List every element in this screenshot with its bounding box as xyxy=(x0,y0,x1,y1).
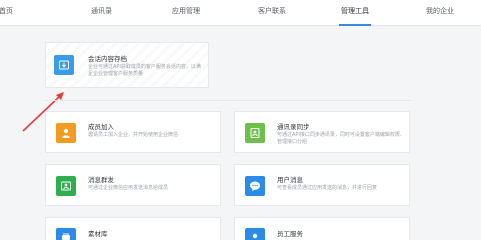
contacts-sync-icon xyxy=(245,123,265,143)
card-description: 可通过企业微信应用发送消息给成员 xyxy=(88,185,169,191)
archive-download-icon xyxy=(54,55,74,75)
card-description: 邀请员工加入企业，并开始使用企业微信 xyxy=(88,132,179,138)
chat-bubble-icon xyxy=(245,176,265,196)
card-title: 成员加入 xyxy=(88,123,114,131)
tab-management-tools[interactable]: 管理工具 xyxy=(339,0,371,26)
tool-card-member-join[interactable]: 成员加入 邀请员工加入企业，并开始使用企业微信 xyxy=(45,111,221,153)
card-title: 用户消息 xyxy=(277,176,303,184)
card-title: 员工服务 xyxy=(277,230,303,238)
tab-home[interactable]: 首页 xyxy=(0,0,13,26)
section-divider xyxy=(45,100,411,101)
tool-card-user-messages[interactable]: 用户消息 可查看成员通过应用发送的消息，并进行回复 xyxy=(234,164,410,206)
conversation-archive-card[interactable]: 会话内容存档 企业可通过API获取成员的客户服务会话内容，以满足企业管理客户服务… xyxy=(45,42,209,88)
tool-card-message-broadcast[interactable]: 消息群发 可通过企业微信应用发送消息给成员 xyxy=(45,164,221,206)
top-nav: 首页 通讯录 应用管理 客户联系 管理工具 我的企业 xyxy=(0,0,481,26)
person-add-icon xyxy=(56,123,76,143)
card-description: 企业可通过API获取成员的客户服务会话内容，以满足企业管理客户服务质量 xyxy=(88,64,201,77)
tab-app-management[interactable]: 应用管理 xyxy=(172,0,200,26)
tool-card-staff-service[interactable]: 员工服务 xyxy=(234,217,410,240)
staff-service-icon xyxy=(245,228,265,240)
tab-customer-contact[interactable]: 客户联系 xyxy=(258,0,286,26)
materials-icon xyxy=(56,228,76,240)
broadcast-icon xyxy=(56,176,76,196)
tool-card-contacts-sync[interactable]: 通讯录同步 可通过API接口同步通讯录，同时可设置客户端编辑权限、管理接口分组 xyxy=(234,111,410,153)
tab-contacts[interactable]: 通讯录 xyxy=(91,0,112,26)
card-title: 通讯录同步 xyxy=(277,123,310,131)
tool-card-materials[interactable]: 素材库 xyxy=(45,217,221,240)
card-description: 可通过API接口同步通讯录，同时可设置客户端编辑权限、管理接口分组 xyxy=(277,132,405,145)
card-title: 消息群发 xyxy=(88,176,114,184)
card-title: 素材库 xyxy=(88,230,108,238)
card-description: 可查看成员通过应用发送的消息，并进行回复 xyxy=(277,185,378,191)
card-title: 会话内容存档 xyxy=(88,55,127,63)
tab-my-enterprise[interactable]: 我的企业 xyxy=(426,0,454,26)
